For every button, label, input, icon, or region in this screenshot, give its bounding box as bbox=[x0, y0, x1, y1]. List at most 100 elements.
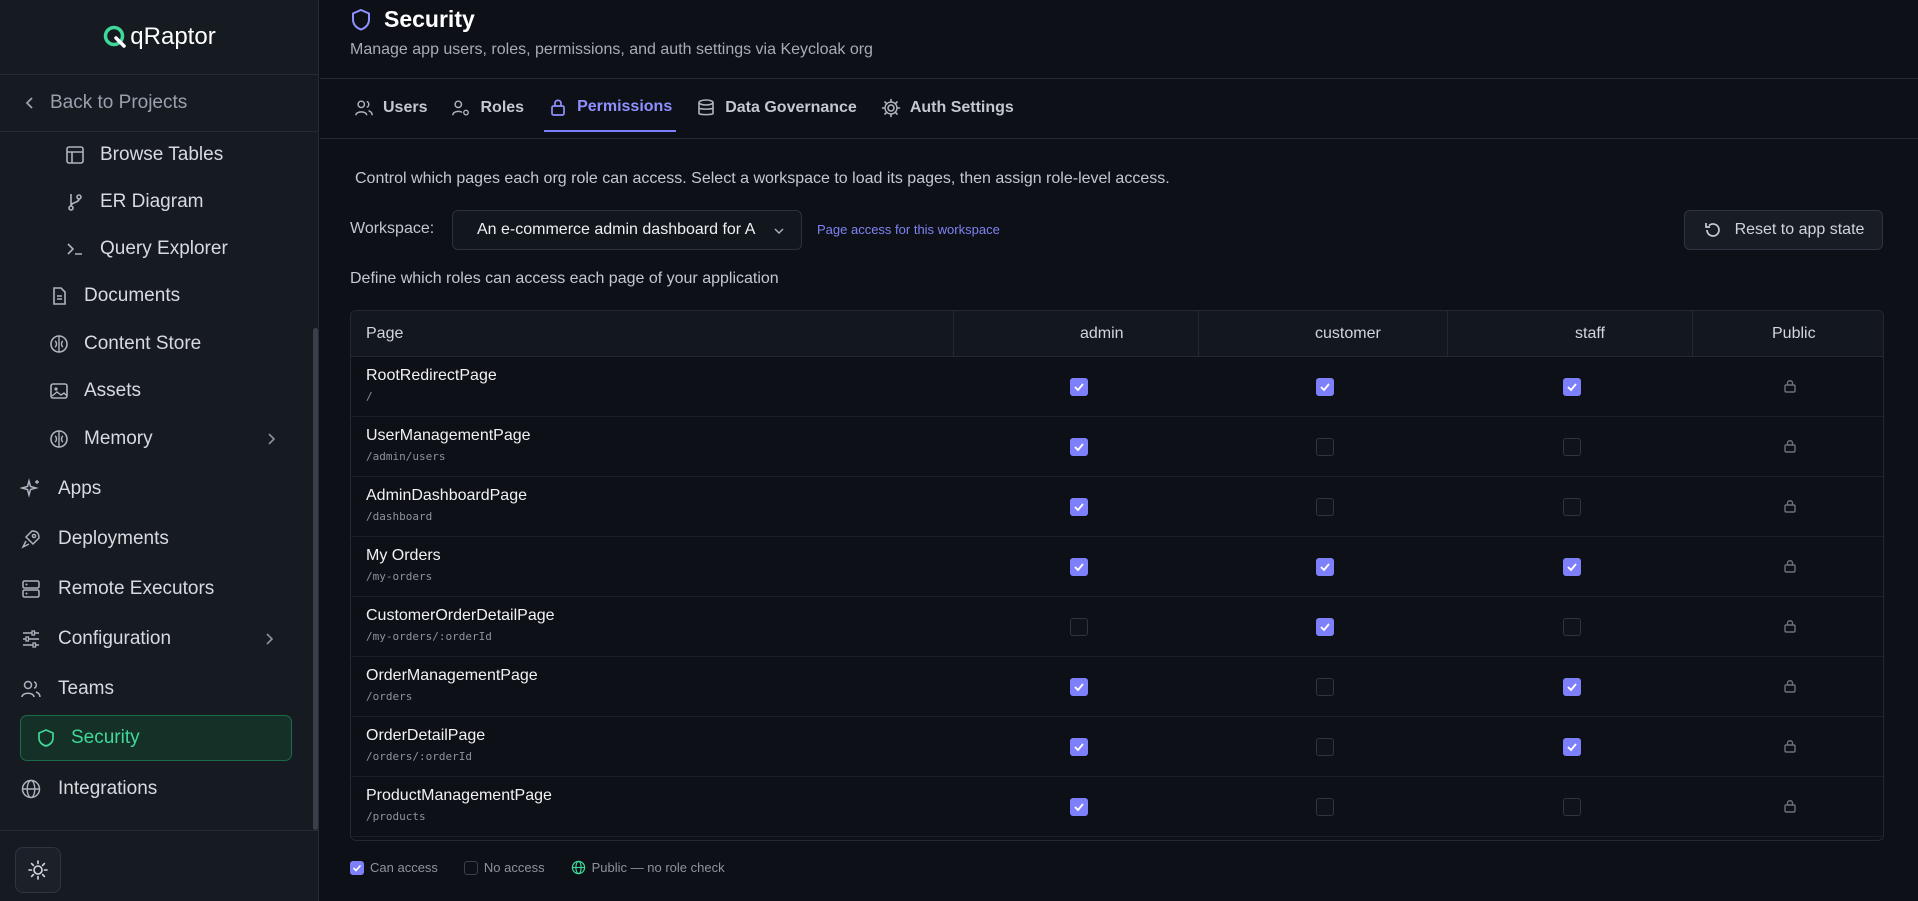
customer-access-checkbox[interactable] bbox=[1316, 378, 1334, 396]
staff-access-checkbox[interactable] bbox=[1563, 378, 1581, 396]
sidebar-item-memory[interactable]: Memory bbox=[48, 416, 294, 462]
lock-icon bbox=[1782, 498, 1800, 516]
customer-access-checkbox[interactable] bbox=[1316, 738, 1334, 756]
sidebar-item-assets[interactable]: Assets bbox=[48, 368, 294, 414]
staff-access-checkbox[interactable] bbox=[1563, 498, 1581, 516]
lock-icon bbox=[1782, 678, 1800, 696]
page-path: /my-orders/:orderId bbox=[366, 630, 492, 643]
column-header-public: Public bbox=[1772, 325, 1816, 342]
admin-access-checkbox[interactable] bbox=[1070, 498, 1088, 516]
check-icon bbox=[1074, 503, 1084, 512]
check-icon bbox=[1074, 803, 1084, 812]
admin-access-checkbox[interactable] bbox=[1070, 618, 1088, 636]
sidebar: qRaptor Back to Projects Browse Tables E… bbox=[0, 0, 319, 901]
globe-icon bbox=[20, 778, 42, 800]
logo-area: qRaptor bbox=[0, 0, 318, 75]
customer-access-checkbox[interactable] bbox=[1316, 798, 1334, 816]
sidebar-item-teams[interactable]: Teams bbox=[20, 666, 292, 712]
customer-access-checkbox[interactable] bbox=[1316, 618, 1334, 636]
tab-users[interactable]: Users bbox=[350, 84, 431, 132]
legend-label: No access bbox=[483, 860, 545, 875]
tab-roles[interactable]: Roles bbox=[447, 84, 528, 132]
customer-access-checkbox[interactable] bbox=[1316, 498, 1334, 516]
customer-access-checkbox[interactable] bbox=[1316, 678, 1334, 696]
sidebar-item-security[interactable]: Security bbox=[20, 715, 292, 761]
sidebar-item-integrations[interactable]: Integrations bbox=[20, 766, 292, 812]
staff-access-checkbox[interactable] bbox=[1563, 618, 1581, 636]
rotate-ccw-icon bbox=[1704, 223, 1720, 237]
sidebar-scrollbar[interactable] bbox=[313, 328, 318, 830]
sidebar-item-label: Integrations bbox=[58, 778, 158, 799]
sidebar-item-content-store[interactable]: Content Store bbox=[48, 321, 294, 367]
sidebar-item-query-explorer[interactable]: Query Explorer bbox=[64, 226, 294, 272]
tab-data-governance[interactable]: Data Governance bbox=[692, 84, 861, 132]
check-icon bbox=[1074, 563, 1084, 572]
workspace-select-value: An e-commerce admin dashboard for A bbox=[477, 221, 756, 238]
workspace-select[interactable]: An e-commerce admin dashboard for A bbox=[452, 210, 802, 250]
page-name: ProductManagementPage bbox=[366, 787, 552, 804]
terminal-icon bbox=[64, 238, 86, 260]
page-subtitle: Manage app users, roles, permissions, an… bbox=[350, 41, 873, 58]
table-icon bbox=[64, 144, 86, 166]
sidebar-item-label: Content Store bbox=[84, 333, 202, 354]
sidebar-item-browse-tables[interactable]: Browse Tables bbox=[64, 132, 294, 178]
lock-icon bbox=[1782, 558, 1800, 576]
sidebar-item-remote-executors[interactable]: Remote Executors bbox=[20, 566, 292, 612]
column-divider bbox=[1692, 311, 1693, 357]
sidebar-item-configuration[interactable]: Configuration bbox=[20, 616, 292, 662]
check-icon bbox=[1567, 743, 1577, 752]
back-to-projects-link[interactable]: Back to Projects bbox=[0, 75, 318, 132]
workspace-page-access-link[interactable]: Page access for this workspace bbox=[817, 222, 1000, 237]
tab-label: Data Governance bbox=[725, 99, 857, 116]
table-row: RootRedirectPage / bbox=[351, 357, 1883, 417]
page-path: / bbox=[366, 390, 373, 403]
sidebar-item-label: Deployments bbox=[58, 528, 169, 549]
admin-access-checkbox[interactable] bbox=[1070, 438, 1088, 456]
staff-access-checkbox[interactable] bbox=[1563, 738, 1581, 756]
page-name: My Orders bbox=[366, 547, 441, 564]
reset-to-app-state-button[interactable]: Reset to app state bbox=[1684, 210, 1883, 250]
sidebar-item-documents[interactable]: Documents bbox=[48, 273, 294, 319]
sidebar-item-label: Security bbox=[71, 727, 140, 748]
tab-auth-settings[interactable]: Auth Settings bbox=[877, 84, 1018, 132]
column-divider bbox=[1198, 311, 1199, 357]
divider bbox=[0, 830, 319, 831]
sidebar-item-er-diagram[interactable]: ER Diagram bbox=[64, 179, 294, 225]
users-icon bbox=[355, 100, 373, 116]
customer-access-checkbox[interactable] bbox=[1316, 558, 1334, 576]
back-label: Back to Projects bbox=[50, 92, 188, 113]
divider bbox=[320, 78, 1918, 79]
shield-icon bbox=[35, 727, 57, 749]
chevron-left-icon bbox=[25, 97, 33, 109]
page-name: CustomerOrderDetailPage bbox=[366, 607, 555, 624]
admin-access-checkbox[interactable] bbox=[1070, 558, 1088, 576]
sidebar-item-apps[interactable]: Apps bbox=[20, 466, 292, 512]
staff-access-checkbox[interactable] bbox=[1563, 798, 1581, 816]
permissions-table: Page admin customer staff Public RootRed… bbox=[350, 310, 1884, 841]
sidebar-item-label: Memory bbox=[84, 428, 153, 449]
sidebar-item-deployments[interactable]: Deployments bbox=[20, 516, 292, 562]
sparkle-icon bbox=[20, 478, 42, 500]
tab-label: Users bbox=[383, 99, 428, 116]
page-name: AdminDashboardPage bbox=[366, 487, 527, 504]
app-logo[interactable]: qRaptor bbox=[102, 23, 216, 51]
staff-access-checkbox[interactable] bbox=[1563, 678, 1581, 696]
staff-access-checkbox[interactable] bbox=[1563, 558, 1581, 576]
checkbox-checked-icon bbox=[350, 860, 364, 875]
brain-icon bbox=[48, 428, 70, 450]
sidebar-item-label: Configuration bbox=[58, 628, 172, 649]
theme-toggle-button[interactable] bbox=[15, 847, 61, 893]
staff-access-checkbox[interactable] bbox=[1563, 438, 1581, 456]
tab-permissions[interactable]: Permissions bbox=[544, 84, 677, 132]
admin-access-checkbox[interactable] bbox=[1070, 378, 1088, 396]
admin-access-checkbox[interactable] bbox=[1070, 738, 1088, 756]
table-row: OrderManagementPage/orders bbox=[351, 657, 1883, 717]
sidebar-item-label: Query Explorer bbox=[100, 238, 228, 259]
admin-access-checkbox[interactable] bbox=[1070, 798, 1088, 816]
server-icon bbox=[20, 578, 42, 600]
legend-item-no-access: No access bbox=[463, 860, 545, 875]
customer-access-checkbox[interactable] bbox=[1316, 438, 1334, 456]
admin-access-checkbox[interactable] bbox=[1070, 678, 1088, 696]
column-divider bbox=[1447, 311, 1448, 357]
logo-text: qRaptor bbox=[130, 23, 216, 50]
